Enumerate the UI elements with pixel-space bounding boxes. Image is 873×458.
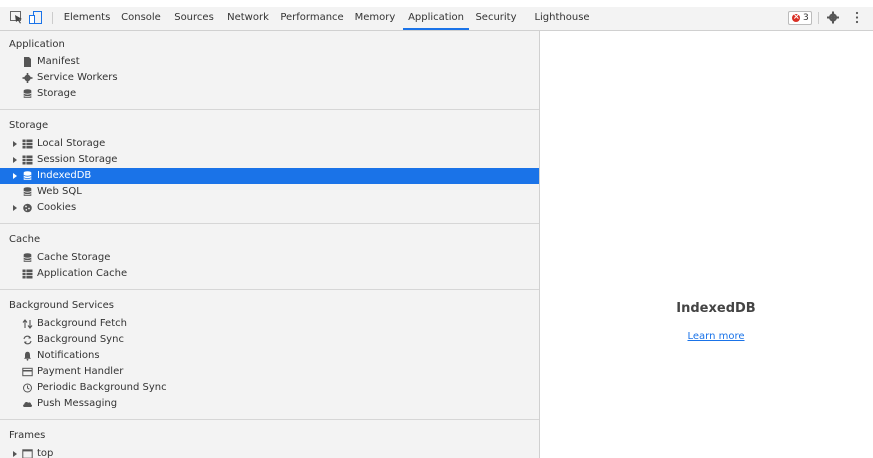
expand-arrow-icon[interactable]: [13, 205, 17, 211]
sidebar-item-manifest[interactable]: Manifest: [0, 54, 539, 70]
grid-icon: [22, 269, 33, 279]
card-icon: [22, 367, 33, 377]
devtools-window: Elements Console Sources Network Perform…: [0, 0, 873, 458]
device-toolbar-icon[interactable]: [29, 11, 43, 24]
tab-application[interactable]: Application: [403, 7, 469, 30]
sidebar-item-periodic-background-sync[interactable]: Periodic Background Sync: [0, 380, 539, 396]
expand-arrow-icon[interactable]: [13, 451, 17, 457]
expand-arrow-icon[interactable]: [13, 173, 17, 179]
inspect-element-icon[interactable]: [10, 11, 24, 24]
sidebar-item-background-fetch[interactable]: Background Fetch: [0, 316, 539, 332]
sidebar-item-payment-handler[interactable]: Payment Handler: [0, 364, 539, 380]
grid-icon: [22, 155, 33, 165]
tab-memory[interactable]: Memory: [352, 7, 398, 30]
section-heading-background-services: Background Services: [9, 300, 115, 311]
sidebar-item-session-storage[interactable]: Session Storage: [0, 152, 539, 168]
clock-icon: [23, 383, 32, 393]
sidebar-item-background-sync[interactable]: Background Sync: [0, 332, 539, 348]
frame-icon: [22, 449, 33, 458]
error-count-badge[interactable]: 3: [788, 11, 812, 25]
section-heading-storage: Storage: [9, 120, 49, 131]
database-icon: [23, 89, 32, 98]
application-sidebar: Application Manifest Service Workers Sto…: [0, 31, 540, 458]
file-icon: [24, 57, 31, 67]
tab-console[interactable]: Console: [118, 7, 164, 30]
sidebar-item-push-messaging[interactable]: Push Messaging: [0, 396, 539, 412]
sidebar-item-service-workers[interactable]: Service Workers: [0, 70, 539, 86]
arrows-icon: [22, 319, 33, 329]
database-icon: [23, 187, 32, 196]
section-heading-frames: Frames: [9, 430, 46, 441]
sidebar-item-web-sql[interactable]: Web SQL: [0, 184, 539, 200]
section-heading-application: Application: [9, 39, 65, 50]
database-icon: [23, 171, 32, 180]
sidebar-item-indexeddb[interactable]: IndexedDB: [0, 168, 539, 184]
cloud-icon: [23, 401, 33, 407]
tab-lighthouse[interactable]: Lighthouse: [534, 7, 590, 30]
tab-security[interactable]: Security: [474, 7, 518, 30]
expand-arrow-icon[interactable]: [13, 141, 17, 147]
more-options-icon[interactable]: [850, 11, 864, 24]
sidebar-item-local-storage[interactable]: Local Storage: [0, 136, 539, 152]
sidebar-item-storage[interactable]: Storage: [0, 86, 539, 102]
expand-arrow-icon[interactable]: [13, 157, 17, 163]
error-count: 3: [803, 13, 809, 23]
tab-elements[interactable]: Elements: [62, 7, 112, 30]
database-icon: [23, 253, 32, 262]
sidebar-item-cookies[interactable]: Cookies: [0, 200, 539, 216]
sidebar-item-frame-top[interactable]: top: [0, 446, 539, 458]
sidebar-item-application-cache[interactable]: Application Cache: [0, 266, 539, 282]
tab-sources[interactable]: Sources: [172, 7, 216, 30]
tab-performance[interactable]: Performance: [280, 7, 344, 30]
grid-icon: [22, 139, 33, 149]
sidebar-item-notifications[interactable]: Notifications: [0, 348, 539, 364]
gear-icon: [22, 73, 33, 83]
indexeddb-landing-panel: IndexedDB Learn more: [541, 31, 873, 458]
learn-more-link[interactable]: Learn more: [541, 331, 873, 342]
settings-gear-icon[interactable]: [826, 11, 840, 24]
bell-icon: [24, 351, 31, 361]
sync-icon: [23, 335, 32, 345]
tab-network[interactable]: Network: [224, 7, 272, 30]
panel-title: IndexedDB: [676, 301, 756, 316]
cookie-icon: [23, 203, 32, 213]
error-icon: [792, 11, 800, 23]
devtools-toolbar: Elements Console Sources Network Perform…: [0, 0, 873, 31]
sidebar-item-cache-storage[interactable]: Cache Storage: [0, 250, 539, 266]
section-heading-cache: Cache: [9, 234, 41, 245]
